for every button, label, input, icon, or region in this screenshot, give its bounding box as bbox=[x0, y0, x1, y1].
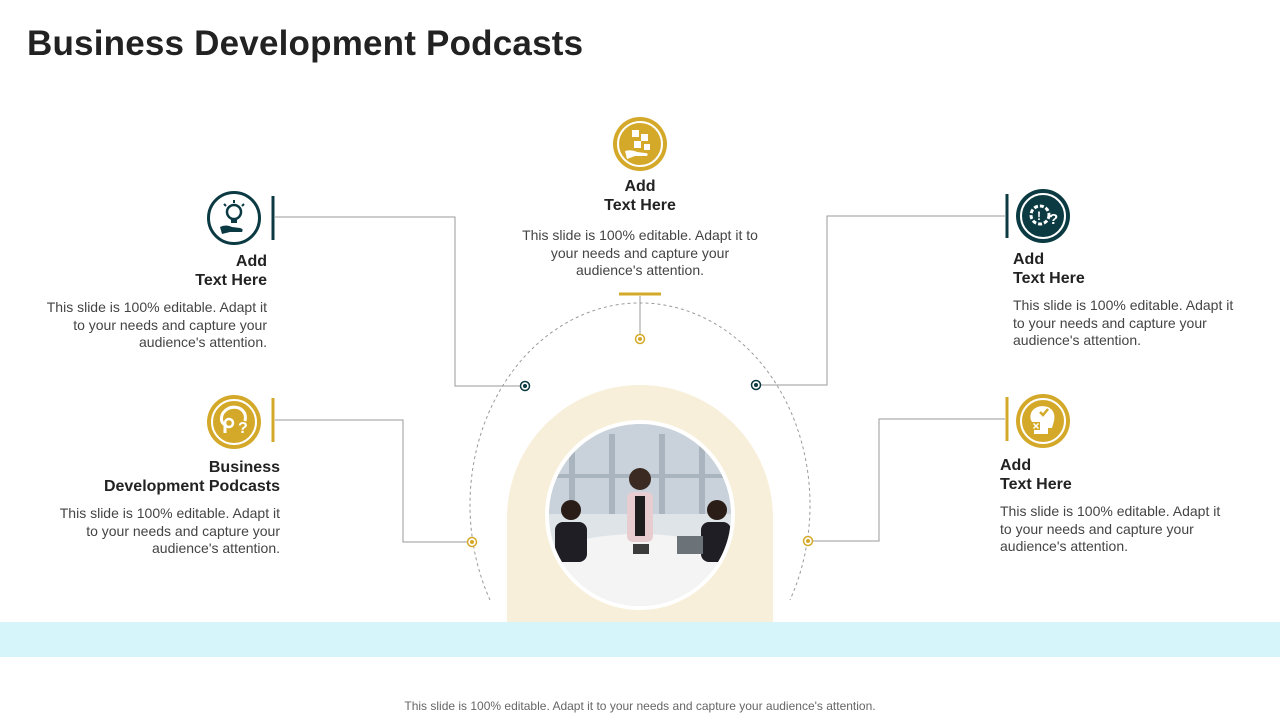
svg-text:?: ? bbox=[238, 420, 248, 437]
heading-line: Add bbox=[624, 178, 656, 195]
svg-text:!: ! bbox=[1037, 209, 1041, 223]
heading-line: Add bbox=[1013, 251, 1045, 268]
puzzle-hand-icon bbox=[613, 117, 667, 171]
gear-question-icon: ! ? bbox=[1016, 189, 1070, 243]
item-left-top-description: This slide is 100% editable. Adapt it to… bbox=[46, 299, 267, 350]
heading-line: Text Here bbox=[604, 197, 676, 214]
heading-line: Text Here bbox=[195, 272, 267, 289]
head-check-cross-icon bbox=[1016, 394, 1070, 448]
business-meeting-photo bbox=[545, 420, 735, 610]
head-gear-question-icon: ? bbox=[207, 395, 261, 449]
heading-line: Add bbox=[1000, 457, 1032, 474]
item-top-heading: Add Text Here bbox=[540, 177, 740, 215]
svg-text:?: ? bbox=[1049, 211, 1058, 228]
lightbulb-hand-icon bbox=[207, 191, 261, 245]
item-left-bottom-description: This slide is 100% editable. Adapt it to… bbox=[59, 505, 280, 556]
item-right-top-heading: Add Text Here bbox=[1013, 250, 1213, 288]
footer-note: This slide is 100% editable. Adapt it to… bbox=[404, 699, 876, 713]
item-left-bottom-heading: Business Development Podcasts bbox=[40, 458, 280, 496]
heading-line: Business bbox=[208, 459, 280, 476]
heading-line: Text Here bbox=[1013, 270, 1085, 287]
item-right-bottom-heading: Add Text Here bbox=[1000, 456, 1200, 494]
heading-line: Text Here bbox=[1000, 476, 1072, 493]
item-top-description: This slide is 100% editable. Adapt it to… bbox=[522, 227, 758, 278]
heading-line: Add bbox=[235, 253, 267, 270]
item-right-top-description: This slide is 100% editable. Adapt it to… bbox=[1013, 297, 1234, 348]
item-right-bottom-description: This slide is 100% editable. Adapt it to… bbox=[1000, 503, 1221, 554]
heading-line: Development Podcasts bbox=[103, 478, 280, 495]
item-left-top-heading: Add Text Here bbox=[67, 252, 267, 290]
connector-lines bbox=[271, 194, 1009, 601]
